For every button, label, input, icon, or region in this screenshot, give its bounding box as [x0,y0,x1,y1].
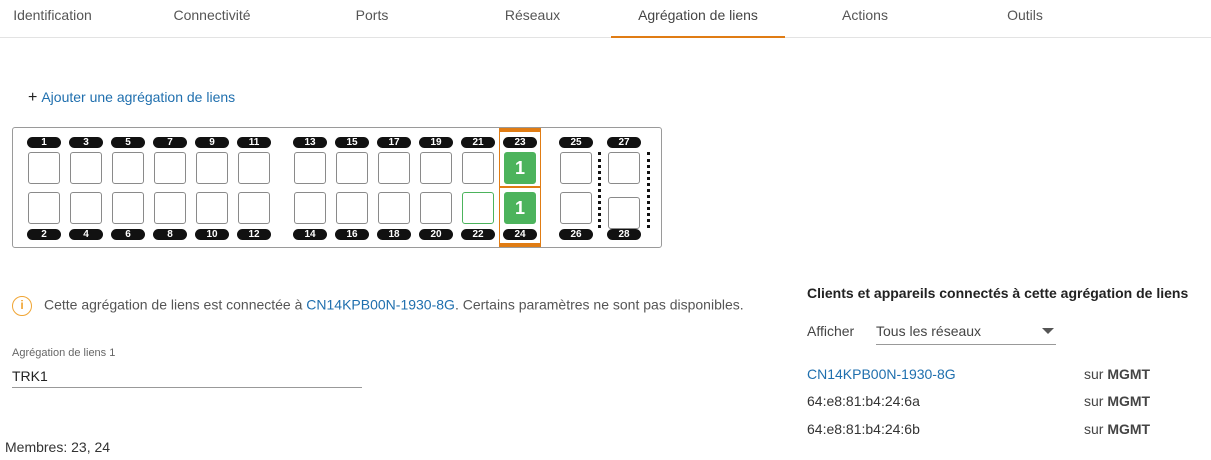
port-label-2: 2 [27,229,61,240]
lag-bottom-bar [499,243,541,247]
plus-icon: + [28,89,38,106]
port-25[interactable] [560,152,592,184]
client-network: sur MGMT [1084,421,1151,437]
info-message: i Cette agrégation de liens est connectée… [12,296,744,316]
info-text-after: . Certains paramètres ne sont pas dispon… [454,296,744,313]
port-19[interactable] [420,152,452,184]
info-text-before: Cette agrégation de liens est connectée … [44,296,307,313]
client-row: CN14KPB00N-1930-8G sur MGMT [807,366,1167,386]
port-label-3: 3 [69,137,103,148]
port-11[interactable] [238,152,270,184]
sfp-divider-left [598,152,601,228]
port-label-15: 15 [335,137,369,148]
info-icon: i [12,296,32,316]
port-12[interactable] [238,192,270,224]
client-name: 64:e8:81:b4:24:6b [807,421,920,437]
add-link-aggregation-button[interactable]: + Ajouter une agrégation de liens [28,89,235,107]
port-label-22: 22 [461,229,495,240]
lag-name-input[interactable] [12,364,362,388]
client-name-link[interactable]: CN14KPB00N-1930-8G [807,366,956,382]
port-17[interactable] [378,152,410,184]
port-label-13: 13 [293,137,327,148]
port-label-10: 10 [195,229,229,240]
client-network: sur MGMT [1084,366,1151,382]
sfp-divider-right [647,152,650,228]
tab-bar: Identification Connectivité Ports Réseau… [0,0,1211,38]
port-15[interactable] [336,152,368,184]
tab-connectivite[interactable]: Connectivité [152,0,272,38]
lag-top-bar [499,128,541,132]
connected-device-link[interactable]: CN14KPB00N-1930-8G [306,297,455,313]
port-label-17: 17 [377,137,411,148]
port-label-26: 26 [559,229,593,240]
tab-identification[interactable]: Identification [0,0,105,38]
network-filter-value: Tous les réseaux [876,323,982,339]
clients-title: Clients et appareils connectés à cette a… [807,285,1189,301]
port-6[interactable] [112,192,144,224]
port-label-21: 21 [461,137,495,148]
tab-outils[interactable]: Outils [990,0,1060,38]
port-label-18: 18 [377,229,411,240]
port-2[interactable] [28,192,60,224]
port-20[interactable] [420,192,452,224]
tab-actions[interactable]: Actions [826,0,904,38]
port-label-28: 28 [607,229,641,240]
lag-highlight [499,131,541,245]
port-label-9: 9 [195,137,229,148]
port-13[interactable] [294,152,326,184]
port-26[interactable] [560,192,592,224]
network-filter-select[interactable]: Tous les réseaux [876,318,1056,345]
port-label-5: 5 [111,137,145,148]
port-28[interactable] [608,197,640,229]
port-9[interactable] [196,152,228,184]
port-18[interactable] [378,192,410,224]
chevron-down-icon [1042,328,1054,334]
port-label-6: 6 [111,229,145,240]
port-label-27: 27 [607,137,641,148]
port-label-8: 8 [153,229,187,240]
client-network: sur MGMT [1084,393,1151,409]
port-5[interactable] [112,152,144,184]
client-row: 64:e8:81:b4:24:6b sur MGMT [807,421,1167,441]
client-row: 64:e8:81:b4:24:6a sur MGMT [807,393,1167,413]
port-8[interactable] [154,192,186,224]
tab-ports[interactable]: Ports [337,0,407,38]
port-label-11: 11 [237,137,271,148]
members-text: Membres: 23, 24 [5,439,111,455]
port-label-16: 16 [335,229,369,240]
port-label-14: 14 [293,229,327,240]
port-label-7: 7 [153,137,187,148]
port-21[interactable] [462,152,494,184]
port-label-20: 20 [419,229,453,240]
port-14[interactable] [294,192,326,224]
lag-divider [499,186,541,188]
port-label-1: 1 [27,137,61,148]
add-link-aggregation-label: Ajouter une agrégation de liens [41,89,236,105]
port-10[interactable] [196,192,228,224]
port-22[interactable] [462,192,494,224]
tab-agregation-de-liens[interactable]: Agrégation de liens [611,0,785,38]
port-label-19: 19 [419,137,453,148]
port-label-25: 25 [559,137,593,148]
port-label-4: 4 [69,229,103,240]
lag-name-label: Agrégation de liens 1 [12,347,116,359]
tab-reseaux[interactable]: Réseaux [490,0,575,38]
port-3[interactable] [70,152,102,184]
port-label-12: 12 [237,229,271,240]
show-label: Afficher [807,323,855,339]
port-1[interactable] [28,152,60,184]
port-16[interactable] [336,192,368,224]
switch-faceplate: 1 2 3 4 5 6 7 8 9 10 11 12 13 14 15 16 17 18 19 20 21 22 23 1 24… [12,127,662,248]
port-4[interactable] [70,192,102,224]
port-27[interactable] [608,152,640,184]
port-7[interactable] [154,152,186,184]
client-name: 64:e8:81:b4:24:6a [807,393,920,409]
